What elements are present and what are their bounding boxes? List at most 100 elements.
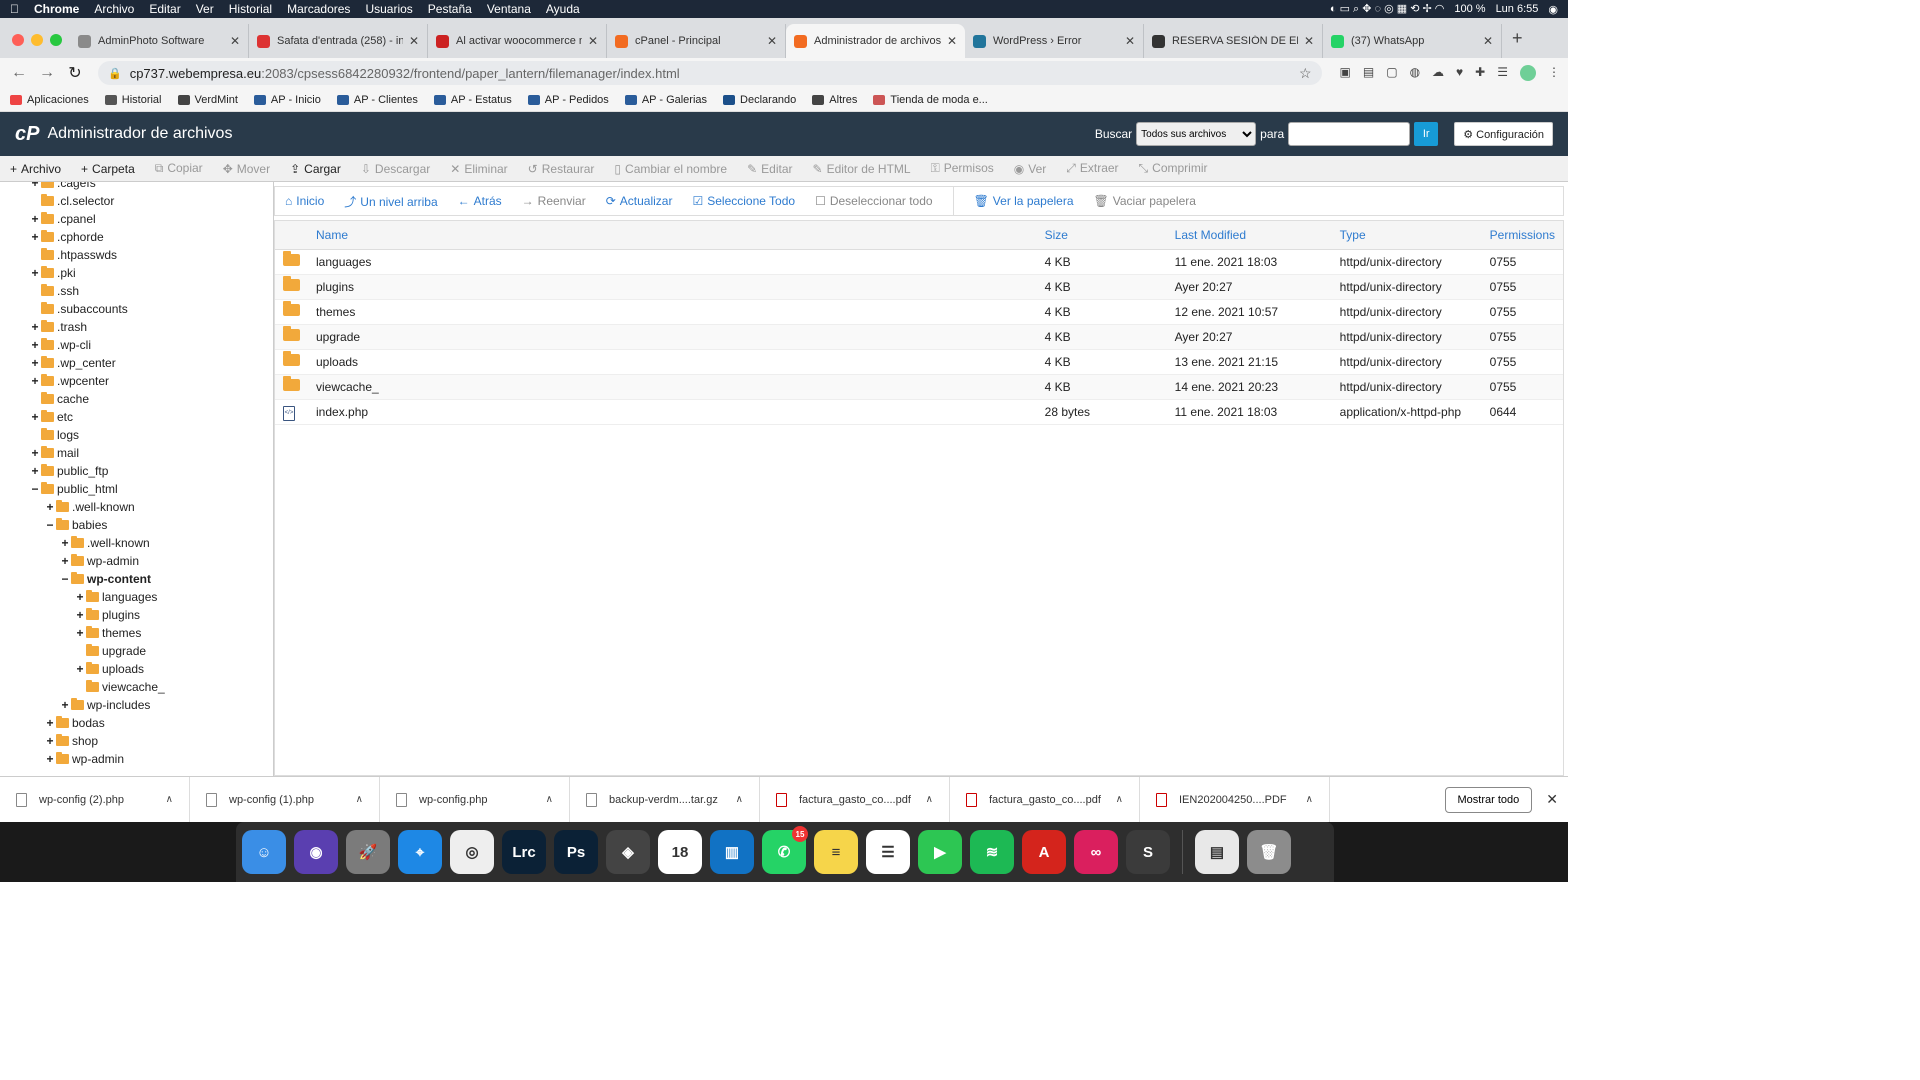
menu-item[interactable]: Ver: [196, 2, 214, 16]
document-icon[interactable]: ▤: [1195, 830, 1239, 874]
bookmark-star-icon[interactable]: ☆: [1299, 65, 1312, 82]
action-cambiar-el-nombre[interactable]: ▯ Cambiar el nombre: [614, 162, 727, 176]
creative-cloud-icon[interactable]: ∞: [1074, 830, 1118, 874]
tree-expand-icon[interactable]: +: [30, 374, 40, 388]
file-row[interactable]: upgrade 4 KB Ayer 20:27 httpd/unix-director…: [275, 324, 1563, 350]
file-row[interactable]: uploads 4 KB 13 ene. 2021 21:15 httpd/unix-…: [275, 349, 1563, 375]
download-item[interactable]: wp-config (1).php ∧: [190, 776, 380, 823]
apple-icon[interactable]: : [10, 2, 19, 16]
action-carpeta[interactable]: + Carpeta: [81, 162, 135, 176]
extension-icon[interactable]: ◍: [1410, 65, 1420, 81]
tree-expand-icon[interactable]: +: [30, 410, 40, 424]
download-item[interactable]: wp-config (2).php ∧: [0, 776, 190, 823]
tab-close-icon[interactable]: ✕: [1304, 34, 1314, 48]
chevron-up-icon[interactable]: ∧: [1116, 794, 1123, 805]
tree-expand-icon[interactable]: +: [30, 464, 40, 478]
file-name[interactable]: viewcache_: [308, 374, 1037, 400]
browser-tab[interactable]: RESERVA SESIÓN DE EMBA ✕: [1144, 24, 1323, 58]
tab-close-icon[interactable]: ✕: [409, 34, 419, 48]
tree-expand-icon[interactable]: +: [30, 446, 40, 460]
close-downloads-icon[interactable]: ✕: [1546, 791, 1558, 808]
column-header-permissions[interactable]: Permissions: [1481, 221, 1563, 250]
chevron-up-icon[interactable]: ∧: [356, 794, 363, 805]
tree-expand-icon[interactable]: +: [30, 182, 40, 190]
tree-expand-icon[interactable]: +: [75, 626, 85, 640]
tab-close-icon[interactable]: ✕: [947, 34, 957, 48]
close-window-button[interactable]: [12, 34, 24, 46]
siri-icon[interactable]: ◉: [1548, 3, 1558, 16]
tree-node[interactable]: viewcache_: [0, 678, 273, 696]
profile-avatar[interactable]: [1520, 65, 1536, 81]
cpanel-logo[interactable]: cP: [15, 123, 39, 146]
tree-node[interactable]: + .wp_center: [0, 354, 273, 372]
nav-ver-la-papelera[interactable]: 🗑 Ver la papelera: [974, 194, 1074, 208]
download-item[interactable]: wp-config.php ∧: [380, 776, 570, 823]
extension-icon[interactable]: ▣: [1340, 65, 1351, 81]
forward-icon[interactable]: →: [36, 64, 58, 82]
clock[interactable]: Lun 6:55: [1496, 3, 1539, 15]
extension-icon[interactable]: ▤: [1363, 65, 1374, 81]
tree-node[interactable]: .cl.selector: [0, 192, 273, 210]
bookmark-item[interactable]: Aplicaciones: [10, 94, 89, 106]
tree-node[interactable]: − public_html: [0, 480, 273, 498]
tree-node[interactable]: + etc: [0, 408, 273, 426]
tree-expand-icon[interactable]: +: [30, 320, 40, 334]
action-copiar[interactable]: ⧉ Copiar: [155, 161, 203, 176]
tree-expand-icon[interactable]: −: [30, 482, 40, 496]
bookmark-item[interactable]: Altres: [812, 94, 857, 106]
action-comprimir[interactable]: ⤡ Comprimir: [1139, 161, 1208, 176]
column-header-size[interactable]: Size: [1036, 221, 1167, 250]
tree-node[interactable]: .ssh: [0, 282, 273, 300]
action-archivo[interactable]: + Archivo: [10, 162, 61, 176]
tree-expand-icon[interactable]: +: [60, 536, 70, 550]
menu-item[interactable]: Pestaña: [428, 2, 472, 16]
column-header-type[interactable]: Type: [1331, 221, 1482, 250]
nav-reenviar[interactable]: → Reenviar: [522, 194, 586, 208]
chrome-icon[interactable]: ◎: [450, 830, 494, 874]
tab-close-icon[interactable]: ✕: [588, 34, 598, 48]
search-scope-select[interactable]: Todos sus archivos: [1136, 122, 1257, 146]
browser-tab[interactable]: (37) WhatsApp ✕: [1323, 24, 1502, 58]
tree-node[interactable]: .htpasswds: [0, 246, 273, 264]
tree-expand-icon[interactable]: +: [75, 662, 85, 676]
file-name[interactable]: languages: [308, 249, 1037, 275]
minimize-window-button[interactable]: [31, 34, 43, 46]
trello-icon[interactable]: ▥: [710, 830, 754, 874]
column-header-last-modified[interactable]: Last Modified: [1166, 221, 1332, 250]
spotify-icon[interactable]: ≋: [970, 830, 1014, 874]
notes-icon[interactable]: ≡: [814, 830, 858, 874]
bookmark-item[interactable]: AP - Inicio: [253, 94, 321, 106]
facetime-icon[interactable]: ▶: [918, 830, 962, 874]
file-row[interactable]: plugins 4 KB Ayer 20:27 httpd/unix-director…: [275, 274, 1563, 300]
menu-item[interactable]: Editar: [149, 2, 180, 16]
lock-icon[interactable]: 🔒: [108, 67, 122, 80]
new-tab-button[interactable]: +: [1512, 28, 1523, 49]
nav-actualizar[interactable]: ⟳ Actualizar: [606, 194, 673, 208]
sublime-icon[interactable]: S: [1126, 830, 1170, 874]
tree-expand-icon[interactable]: +: [75, 590, 85, 604]
chevron-up-icon[interactable]: ∧: [546, 794, 553, 805]
action-ver[interactable]: ◉ Ver: [1014, 162, 1047, 176]
download-item[interactable]: factura_gasto_co....pdf ∧: [760, 776, 950, 823]
file-name[interactable]: plugins: [308, 274, 1037, 300]
file-name[interactable]: themes: [308, 299, 1037, 325]
action-permisos[interactable]: ⚿ Permisos: [931, 161, 994, 176]
trash-icon[interactable]: 🗑: [1247, 830, 1291, 874]
bookmark-item[interactable]: Declarando: [723, 94, 796, 106]
nav-vaciar-papelera[interactable]: 🗑 Vaciar papelera: [1094, 194, 1196, 208]
chevron-up-icon[interactable]: ∧: [926, 794, 933, 805]
bookmark-item[interactable]: AP - Galerias: [624, 94, 707, 106]
action-mover[interactable]: ✥ Mover: [223, 162, 270, 176]
siri-icon[interactable]: ◉: [294, 830, 338, 874]
tab-close-icon[interactable]: ✕: [1125, 34, 1135, 48]
tree-node[interactable]: + public_ftp: [0, 462, 273, 480]
tree-node[interactable]: + .pki: [0, 264, 273, 282]
tree-node[interactable]: logs: [0, 426, 273, 444]
browser-tab[interactable]: AdminPhoto Software ✕: [70, 24, 249, 58]
tree-node[interactable]: + shop: [0, 732, 273, 750]
tree-node[interactable]: + .cagefs: [0, 182, 273, 192]
nav-deseleccionar-todo[interactable]: ☐ Deseleccionar todo: [815, 194, 933, 208]
tree-expand-icon[interactable]: −: [60, 572, 70, 586]
menu-item[interactable]: Usuarios: [365, 2, 412, 16]
tree-node[interactable]: + plugins: [0, 606, 273, 624]
